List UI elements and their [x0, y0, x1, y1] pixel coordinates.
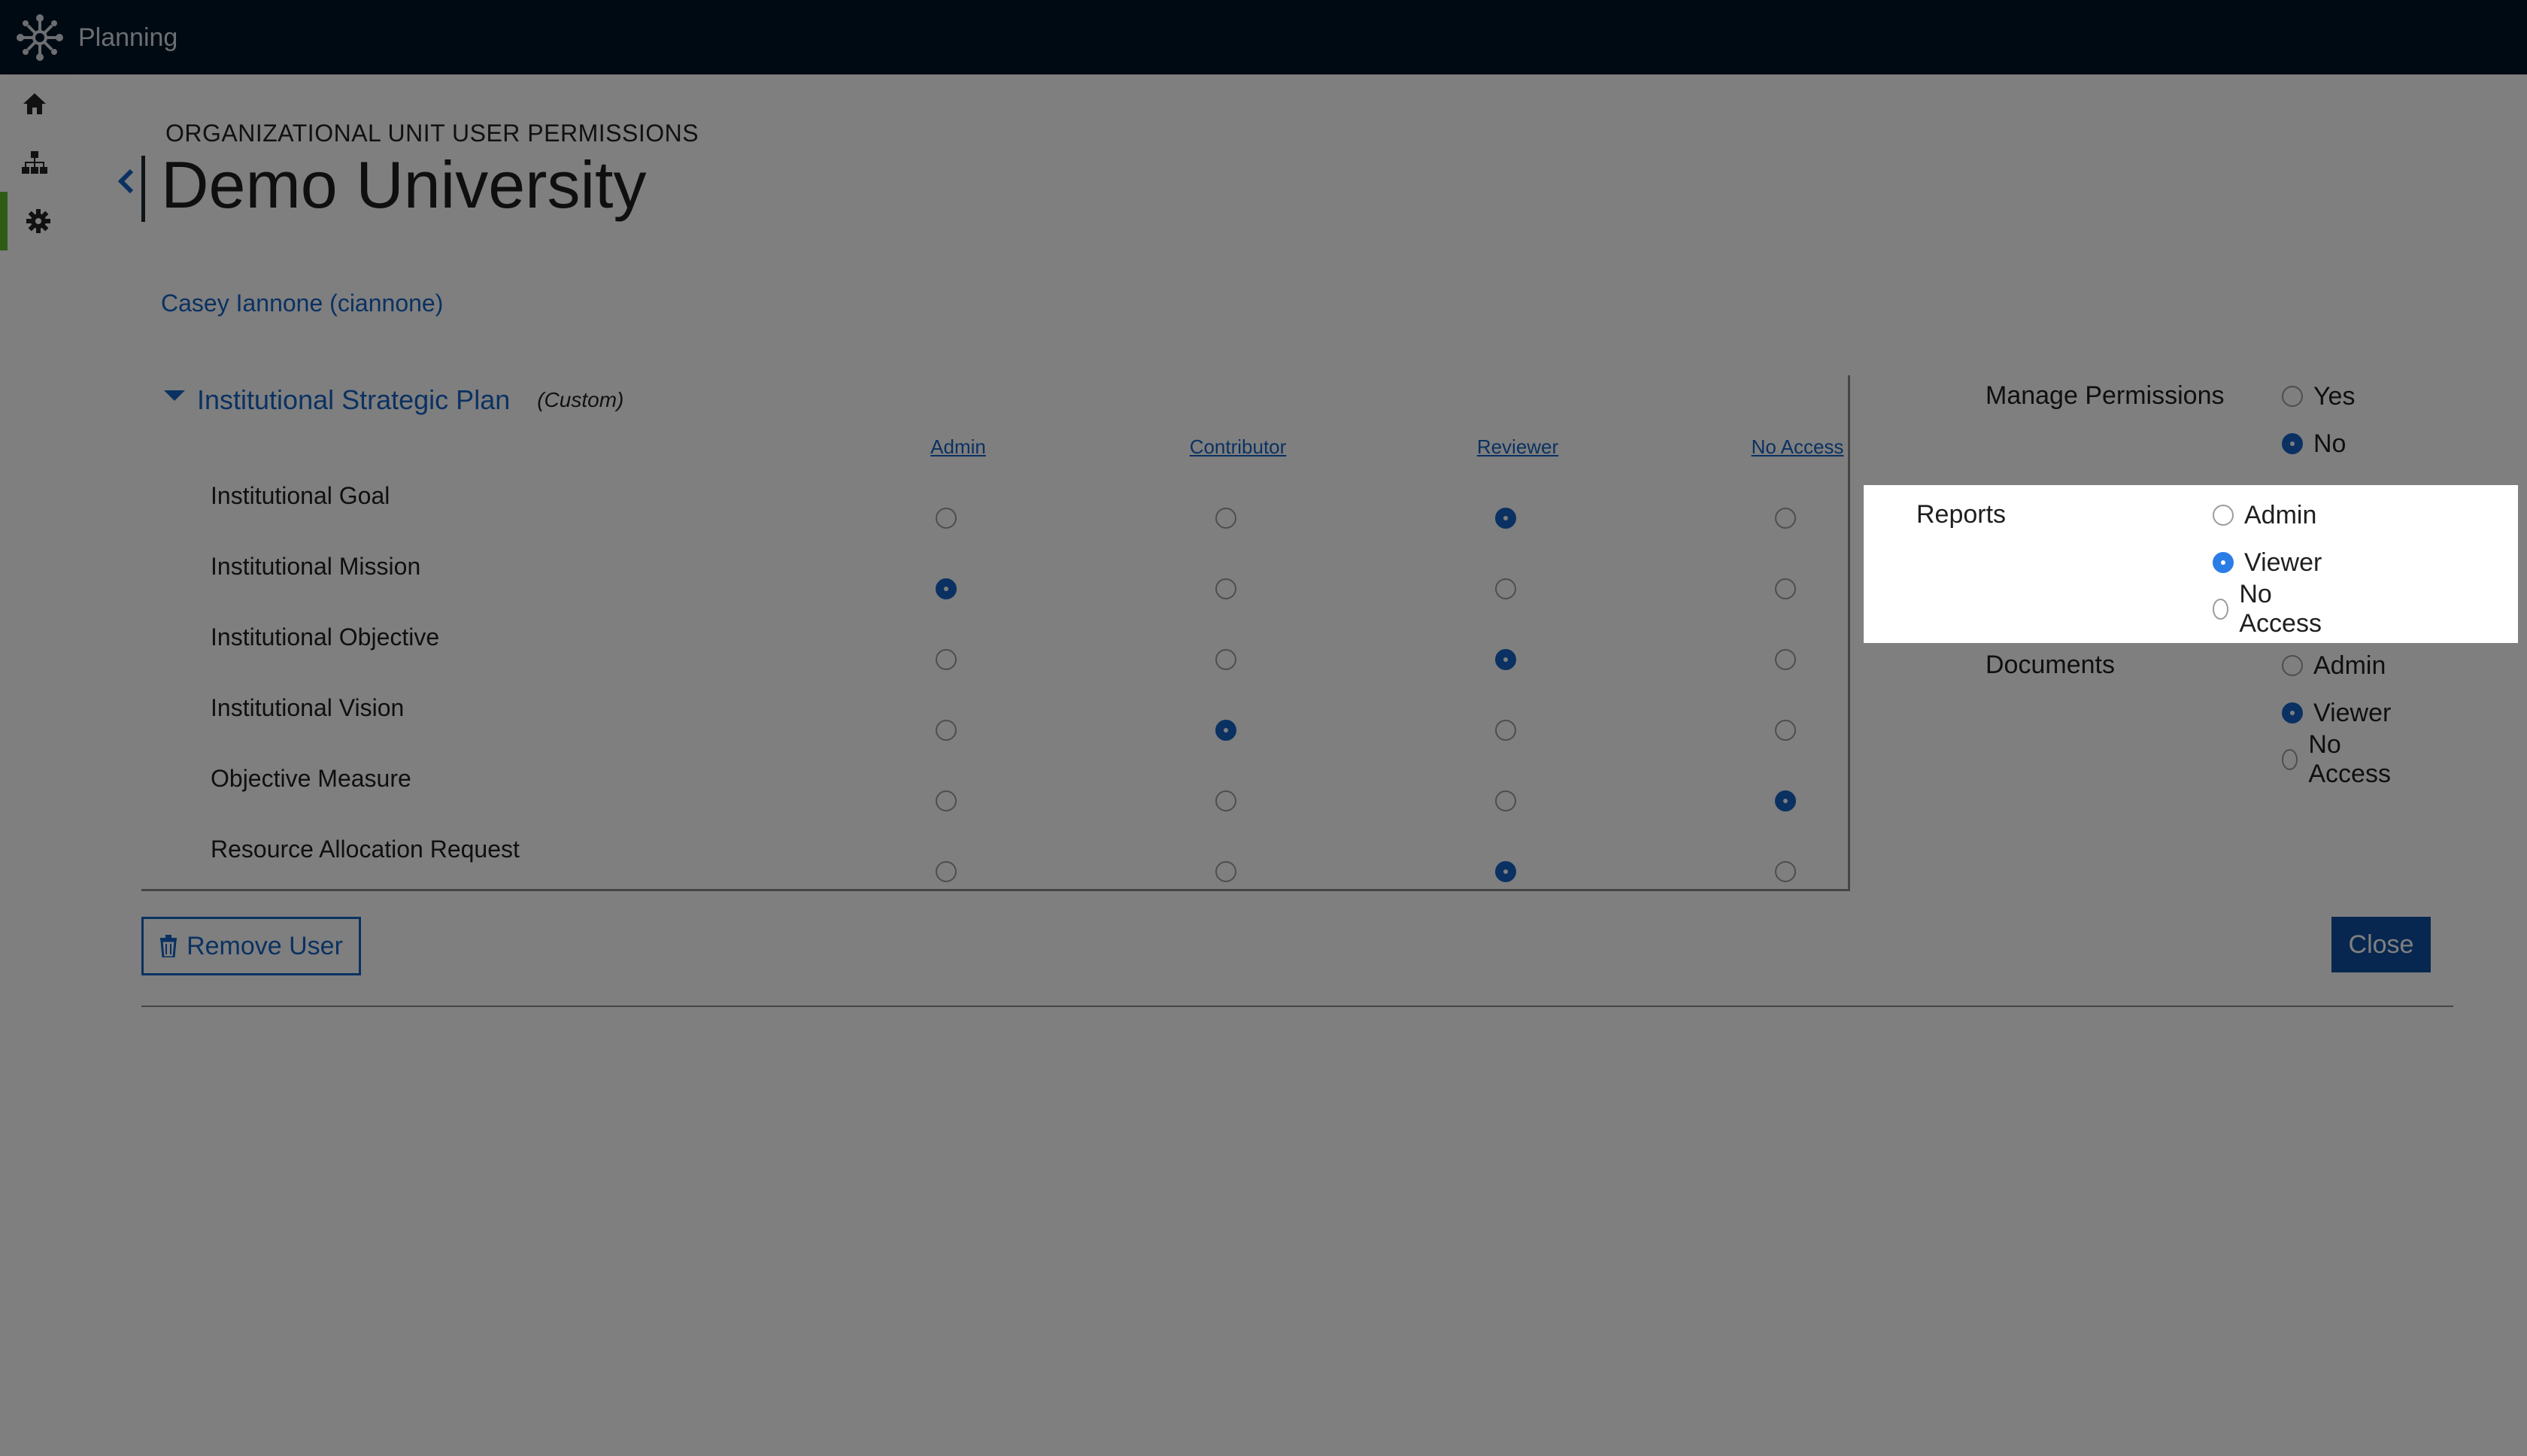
remove-user-label: Remove User	[187, 931, 343, 960]
plan-section-toggle[interactable]: Institutional Strategic Plan (Custom)	[164, 384, 623, 416]
permission-radio[interactable]	[1495, 508, 1516, 529]
brand[interactable]: Planning	[15, 14, 177, 62]
home-icon	[23, 93, 46, 114]
radio-viewer[interactable]	[2213, 552, 2234, 573]
reports-option-viewer[interactable]: Viewer	[2213, 548, 2322, 578]
permission-radio[interactable]	[936, 720, 957, 741]
permission-row: Institutional Vision	[141, 694, 1850, 765]
permission-radio[interactable]	[1215, 508, 1236, 529]
page-eyebrow: ORGANIZATIONAL UNIT USER PERMISSIONS	[165, 120, 699, 147]
permission-radio[interactable]	[1775, 861, 1796, 882]
app-title: Planning	[78, 23, 178, 52]
permission-radio[interactable]	[1775, 790, 1796, 811]
option-label: Viewer	[2313, 698, 2392, 727]
permission-radio[interactable]	[936, 508, 957, 529]
permission-row-label: Institutional Mission	[211, 553, 421, 580]
manage-option-yes[interactable]: Yes	[2282, 381, 2355, 411]
permission-radio[interactable]	[1775, 649, 1796, 670]
permission-row-label: Objective Measure	[211, 765, 411, 792]
permission-row: Institutional Goal	[141, 482, 1850, 553]
reports-option-no-access[interactable]: No Access	[2213, 580, 2327, 638]
documents-label: Documents	[1986, 651, 2115, 679]
radio-yes[interactable]	[2282, 386, 2303, 407]
title-divider	[141, 156, 145, 222]
sidebar	[0, 74, 69, 1456]
documents-option-viewer[interactable]: Viewer	[2282, 698, 2391, 728]
permission-radio[interactable]	[936, 649, 957, 670]
sidebar-item-settings[interactable]	[0, 192, 69, 250]
radio-admin[interactable]	[2213, 505, 2234, 526]
option-label: Admin	[2313, 651, 2386, 680]
permission-radio[interactable]	[1215, 649, 1236, 670]
option-label: Yes	[2313, 381, 2356, 411]
manage-permissions-label: Manage Permissions	[1986, 381, 2225, 410]
permission-row: Institutional Objective	[141, 623, 1850, 694]
permission-row: Institutional Mission	[141, 553, 1850, 623]
plan-title: Institutional Strategic Plan	[197, 384, 511, 415]
bottom-divider	[141, 1006, 2453, 1007]
option-label: No Access	[2308, 730, 2391, 788]
plan-permissions-panel: Institutional Strategic Plan (Custom) Ad…	[141, 375, 1850, 891]
permission-radio[interactable]	[1215, 720, 1236, 741]
permission-row-label: Institutional Objective	[211, 623, 440, 651]
reports-label: Reports	[1916, 500, 2007, 529]
permission-radio[interactable]	[1775, 720, 1796, 741]
permission-row: Objective Measure	[141, 765, 1850, 836]
permission-radio[interactable]	[1495, 861, 1516, 882]
manage-option-no[interactable]: No	[2282, 429, 2346, 459]
page-title: Demo University	[161, 147, 647, 222]
user-link[interactable]: Casey Iannone (ciannone)	[161, 290, 443, 317]
option-label: Admin	[2244, 500, 2317, 529]
permission-row-label: Resource Allocation Request	[211, 836, 520, 863]
radio-no[interactable]	[2282, 433, 2303, 454]
documents-option-admin[interactable]: Admin	[2282, 651, 2386, 681]
caret-down-icon	[164, 390, 185, 401]
permission-radio[interactable]	[1495, 790, 1516, 811]
permission-row-label: Institutional Goal	[211, 482, 390, 509]
permission-radio[interactable]	[1495, 649, 1516, 670]
sidebar-item-home[interactable]	[0, 74, 69, 133]
column-head-reviewer[interactable]: Reviewer	[1427, 435, 1608, 459]
top-bar: Planning	[0, 0, 2527, 74]
remove-user-button[interactable]: Remove User	[141, 917, 361, 975]
permission-row-label: Institutional Vision	[211, 694, 405, 721]
permission-radio[interactable]	[1495, 720, 1516, 741]
radio-viewer[interactable]	[2282, 702, 2303, 723]
reports-highlight: Reports Admin Viewer No Access	[1864, 485, 2518, 643]
permission-radio[interactable]	[1215, 861, 1236, 882]
permission-row: Resource Allocation Request	[141, 836, 1850, 906]
trash-icon	[160, 935, 177, 957]
column-head-no-access[interactable]: No Access	[1707, 435, 1888, 459]
main-content: ORGANIZATIONAL UNIT USER PERMISSIONS Dem…	[69, 74, 2527, 1456]
documents-option-no-access[interactable]: No Access	[2282, 730, 2396, 788]
back-button[interactable]	[111, 159, 141, 204]
option-label: No	[2313, 429, 2346, 458]
option-label: No Access	[2239, 580, 2322, 638]
permission-radio[interactable]	[1775, 578, 1796, 599]
permission-radio[interactable]	[1495, 578, 1516, 599]
org-chart-icon	[22, 151, 47, 174]
close-button[interactable]: Close	[2331, 917, 2431, 972]
option-label: Viewer	[2244, 548, 2322, 577]
permission-radio[interactable]	[1775, 508, 1796, 529]
permission-radio[interactable]	[1215, 790, 1236, 811]
reports-option-admin[interactable]: Admin	[2213, 500, 2316, 530]
column-head-contributor[interactable]: Contributor	[1148, 435, 1328, 459]
permission-radio[interactable]	[936, 861, 957, 882]
radio-no-access[interactable]	[2282, 749, 2298, 770]
planning-logo-icon	[17, 14, 63, 61]
sidebar-item-org[interactable]	[0, 133, 69, 192]
radio-no-access[interactable]	[2213, 599, 2229, 620]
permission-radio[interactable]	[936, 578, 957, 599]
gear-icon	[26, 209, 50, 233]
permission-radio[interactable]	[1215, 578, 1236, 599]
column-head-admin[interactable]: Admin	[868, 435, 1048, 459]
plan-tag: (Custom)	[537, 388, 624, 411]
radio-admin[interactable]	[2282, 655, 2303, 676]
permission-radio[interactable]	[936, 790, 957, 811]
chevron-left-icon	[117, 168, 134, 194]
